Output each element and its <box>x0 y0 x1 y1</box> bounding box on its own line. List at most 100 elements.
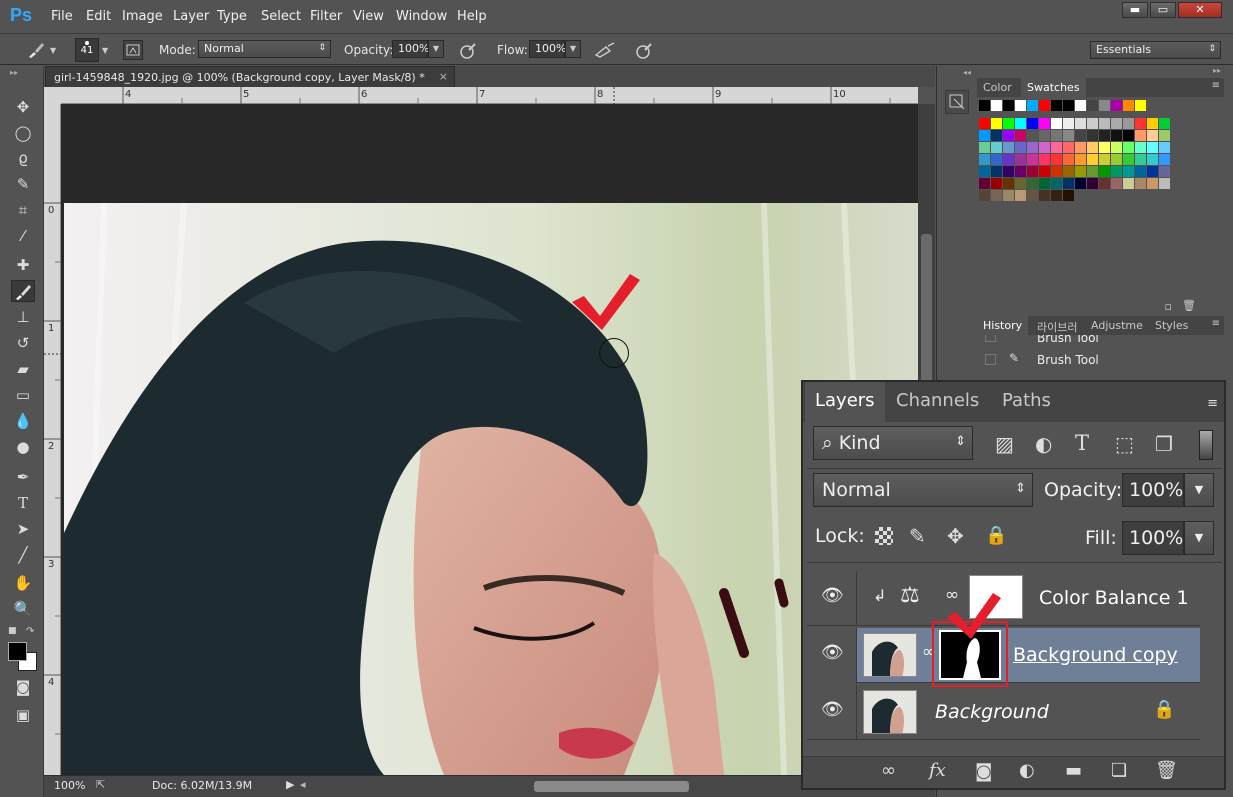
panel-menu-icon[interactable]: ≡ <box>1212 80 1220 91</box>
layer-row-background[interactable]: 👁 Background 🔒 <box>807 685 1200 740</box>
eyedropper-icon[interactable]: ⁄ <box>11 225 35 247</box>
pressure-opacity-icon[interactable] <box>458 41 478 61</box>
menu-layer[interactable]: Layer <box>173 9 209 24</box>
history-item[interactable]: ✎ Brush Tool <box>977 351 1224 369</box>
layer-opacity-arrow[interactable]: ▼ <box>1184 473 1214 507</box>
swatch[interactable] <box>1087 142 1098 153</box>
swatch[interactable] <box>1135 154 1146 165</box>
pen-icon[interactable]: ✒ <box>11 466 35 488</box>
history-item[interactable]: Brush Tool <box>977 335 1224 349</box>
menu-select[interactable]: Select <box>261 9 301 24</box>
swatch[interactable] <box>1087 118 1098 129</box>
swatch[interactable] <box>1159 154 1170 165</box>
brush-panel-toggle-icon[interactable] <box>123 40 143 60</box>
swatch[interactable] <box>1063 118 1074 129</box>
ruler-corner[interactable] <box>44 87 61 104</box>
tab-color[interactable]: Color <box>977 78 1018 97</box>
swatch[interactable] <box>1051 190 1062 201</box>
new-swatch-icon[interactable]: ▫ <box>1165 300 1172 313</box>
lock-pixels-icon[interactable]: ✎ <box>909 524 926 548</box>
swatch[interactable] <box>1003 118 1014 129</box>
swatch[interactable] <box>1015 130 1026 141</box>
healing-icon[interactable]: ✚ <box>11 254 35 276</box>
swatch[interactable] <box>1039 118 1050 129</box>
zoom-readout[interactable]: 100% <box>54 779 85 792</box>
swatch[interactable] <box>1099 166 1110 177</box>
layer-opacity-field[interactable]: 100% <box>1122 473 1184 507</box>
swatch[interactable] <box>1003 166 1014 177</box>
tab-channels[interactable]: Channels <box>896 390 979 411</box>
move-tool-icon[interactable]: ✥ <box>11 96 35 118</box>
tab-libraries[interactable]: 라이브러 <box>1031 316 1083 335</box>
swatch[interactable] <box>1027 100 1038 111</box>
swatch[interactable] <box>1063 142 1074 153</box>
swatch[interactable] <box>991 178 1002 189</box>
eye-icon[interactable]: 👁 <box>821 585 844 606</box>
quick-select-icon[interactable]: ✎ <box>11 173 35 195</box>
folder-icon[interactable]: ▬ <box>1065 760 1082 781</box>
swatch[interactable] <box>991 100 1002 111</box>
brush-size-arrow[interactable]: ▼ <box>102 46 108 55</box>
swatch[interactable] <box>1111 130 1122 141</box>
swatch[interactable] <box>1099 142 1110 153</box>
swatch[interactable] <box>1123 154 1134 165</box>
swatch[interactable] <box>1111 100 1122 111</box>
swatch[interactable] <box>1111 178 1122 189</box>
swatch[interactable] <box>991 190 1002 201</box>
airbrush-icon[interactable] <box>594 41 616 61</box>
visibility-toggle[interactable]: 👁 <box>807 685 857 740</box>
swatch[interactable] <box>1027 178 1038 189</box>
menu-filter[interactable]: Filter <box>310 9 342 24</box>
layer-row-background-copy[interactable]: 👁 ∞ Background copy <box>807 621 1200 687</box>
swatch[interactable] <box>1123 118 1134 129</box>
layer-name[interactable]: Background copy <box>1013 644 1178 666</box>
swatch[interactable] <box>991 154 1002 165</box>
blur-icon[interactable]: 💧 <box>11 410 35 432</box>
tab-layers[interactable]: Layers <box>815 390 875 411</box>
brush-preset-arrow[interactable]: ▼ <box>50 46 56 55</box>
tab-adjustments[interactable]: Adjustme <box>1085 316 1147 335</box>
swatch[interactable] <box>1015 118 1026 129</box>
toolbar-collapse-icon[interactable]: ▸▸ <box>10 68 18 77</box>
blend-mode-dropdown[interactable]: Normal ⇕ <box>813 473 1033 507</box>
swatch[interactable] <box>1159 118 1170 129</box>
swatch[interactable] <box>1015 166 1026 177</box>
swatch[interactable] <box>979 130 990 141</box>
path-select-icon[interactable]: ➤ <box>11 518 35 540</box>
swatch[interactable] <box>1099 100 1110 111</box>
eye-icon[interactable]: 👁 <box>821 699 844 720</box>
swatch[interactable] <box>1003 190 1014 201</box>
swatch[interactable] <box>1147 154 1158 165</box>
filter-pixel-icon[interactable]: ▨ <box>995 432 1014 456</box>
new-layer-icon[interactable]: ❏ <box>1111 760 1127 781</box>
layer-thumbnail[interactable] <box>863 633 917 677</box>
filter-toggle[interactable] <box>1199 430 1213 460</box>
pressure-size-icon[interactable] <box>634 41 654 61</box>
layer-name[interactable]: Color Balance 1 <box>1039 587 1189 609</box>
swatch[interactable] <box>1087 166 1098 177</box>
swatch[interactable] <box>1027 118 1038 129</box>
swatch[interactable] <box>1063 130 1074 141</box>
menu-type[interactable]: Type <box>217 9 247 24</box>
swatch[interactable] <box>1051 178 1062 189</box>
stamp-icon[interactable]: ⊥ <box>11 306 35 328</box>
lock-position-icon[interactable]: ✥ <box>947 524 964 548</box>
swatch[interactable] <box>979 142 990 153</box>
swatch[interactable] <box>1099 178 1110 189</box>
dock-expand-icon[interactable]: ▸▸ <box>1213 66 1221 75</box>
scroll-left-icon[interactable]: ◂ <box>300 778 306 791</box>
swatch[interactable] <box>1075 118 1086 129</box>
mask-icon[interactable]: ◙ <box>975 761 992 782</box>
link-layers-icon[interactable]: ∞ <box>881 760 896 781</box>
swatch[interactable] <box>1099 118 1110 129</box>
swatch[interactable] <box>1135 130 1146 141</box>
swatch[interactable] <box>1063 190 1074 201</box>
swatch[interactable] <box>1087 100 1098 111</box>
swatch[interactable] <box>991 130 1002 141</box>
flow-field[interactable]: 100% <box>529 40 566 58</box>
swatch[interactable] <box>1039 190 1050 201</box>
photo-canvas[interactable] <box>64 203 918 775</box>
tab-styles[interactable]: Styles <box>1149 316 1194 335</box>
opacity-field[interactable]: 100% <box>392 40 429 58</box>
eraser-icon[interactable]: ▰ <box>11 358 35 380</box>
